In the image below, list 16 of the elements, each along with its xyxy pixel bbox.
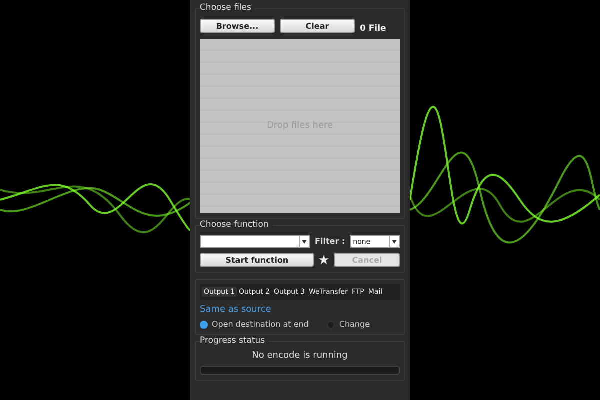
destination-label: Same as source: [200, 305, 272, 315]
start-function-button[interactable]: Start function: [200, 253, 314, 267]
dropdown-arrow-icon: [299, 236, 310, 247]
dropdown-arrow-icon: [389, 236, 399, 247]
star-icon[interactable]: [319, 255, 330, 265]
browse-button[interactable]: Browse...: [200, 19, 275, 33]
radio-option[interactable]: Change: [327, 320, 370, 329]
filter-label: Filter :: [315, 237, 346, 246]
clear-button[interactable]: Clear: [280, 19, 355, 33]
file-count: 0 File: [360, 24, 386, 34]
section-title: Progress status: [200, 336, 270, 346]
radio-option[interactable]: Open destination at end: [200, 320, 309, 329]
section-title: Choose function: [200, 220, 273, 230]
function-select[interactable]: [200, 235, 310, 248]
section-title: Choose files: [200, 3, 256, 13]
status-message: No encode is running: [251, 351, 349, 361]
